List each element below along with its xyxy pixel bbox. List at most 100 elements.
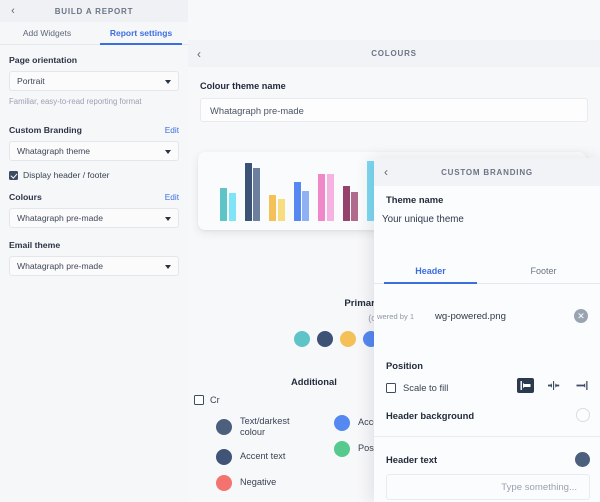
sidebar-body: Page orientation Portrait Familiar, easy… <box>0 45 188 276</box>
bar-1-B <box>229 193 236 221</box>
colours-label: Colours <box>9 192 42 202</box>
bar-3-A <box>269 195 276 221</box>
bar-5-A <box>318 174 325 221</box>
checkbox-icon <box>194 395 204 405</box>
display-header-footer-checkbox[interactable]: Display header / footer <box>9 170 179 180</box>
additional-colour-row: Negative <box>216 470 292 496</box>
bar-group-3 <box>269 195 285 221</box>
uploaded-file-row: wered by 1 wg-powered.png ✕ <box>374 304 600 328</box>
colour-theme-name-input[interactable]: Whatagraph pre-made <box>200 98 588 122</box>
bar-7-A <box>367 161 374 221</box>
custom-branding-panel: ‹ CUSTOM BRANDING Theme name Your unique… <box>374 158 600 502</box>
bar-3-B <box>278 199 285 221</box>
chevron-down-icon <box>165 150 171 154</box>
colour-theme-name-label: Colour theme name <box>200 81 588 91</box>
tab-footer[interactable]: Footer <box>487 258 600 283</box>
custom-branding-value: Whatagraph theme <box>17 146 90 156</box>
create-checkbox[interactable]: Cr <box>194 395 220 405</box>
header-background-label: Header background <box>386 410 474 421</box>
header-text-label: Header text <box>386 454 437 465</box>
bar-group-1 <box>220 188 236 221</box>
colours-panel-title: COLOURS <box>371 49 417 58</box>
colour-swatch-3[interactable] <box>340 331 356 347</box>
colour-dot-right-2[interactable] <box>334 441 350 457</box>
colours-panel-header: ‹ COLOURS <box>188 40 600 67</box>
file-name: wg-powered.png <box>435 311 506 322</box>
header-background-row: Header background <box>386 408 590 422</box>
page-title: BUILD A REPORT <box>55 7 134 16</box>
file-ghost-text: wered by 1 <box>377 312 431 321</box>
custom-branding-header: ‹ CUSTOM BRANDING <box>374 158 600 186</box>
bar-2-A <box>245 163 252 221</box>
bar-1-A <box>220 188 227 221</box>
additional-colours-left: Text/darkest colour Accent text Negative <box>216 410 292 496</box>
email-theme-value: Whatagraph pre-made <box>17 261 103 271</box>
header-text-input[interactable]: Type something... <box>386 474 590 500</box>
display-header-footer-label: Display header / footer <box>23 170 109 180</box>
theme-name-label: Theme name <box>386 194 443 205</box>
custom-branding-label: Custom Branding <box>9 125 82 135</box>
tab-report-settings[interactable]: Report settings <box>94 22 188 44</box>
colours-edit-link[interactable]: Edit <box>165 192 179 202</box>
additional-colour-row: Text/darkest colour <box>216 410 292 444</box>
divider <box>374 436 600 437</box>
create-checkbox-label: Cr <box>210 395 220 405</box>
align-left-icon[interactable] <box>517 378 534 393</box>
sidebar-header: ‹ BUILD A REPORT <box>0 0 188 22</box>
custom-branding-select[interactable]: Whatagraph theme <box>9 141 179 161</box>
theme-name-input[interactable]: Your unique theme <box>382 214 464 225</box>
bar-group-6 <box>343 186 359 221</box>
header-background-colour-swatch[interactable] <box>576 408 590 422</box>
back-icon[interactable]: ‹ <box>7 5 19 17</box>
chevron-down-icon <box>165 265 171 269</box>
bar-6-B <box>351 192 358 221</box>
page-orientation-hint: Familiar, easy-to-read reporting format <box>9 97 179 106</box>
bar-group-2 <box>245 163 261 221</box>
left-sidebar: ‹ BUILD A REPORT Add Widgets Report sett… <box>0 0 188 502</box>
additional-colour-row: Accent text <box>216 444 292 470</box>
sidebar-tabs: Add Widgets Report settings <box>0 22 188 45</box>
position-label: Position <box>386 360 423 371</box>
checkbox-icon <box>9 171 18 180</box>
bar-group-5 <box>318 174 334 221</box>
custom-branding-title: CUSTOM BRANDING <box>441 168 533 177</box>
colour-swatch-2[interactable] <box>317 331 333 347</box>
align-right-icon[interactable] <box>573 378 590 393</box>
page-orientation-label: Page orientation <box>9 55 179 65</box>
additional-colour-label: Text/darkest colour <box>240 416 292 439</box>
back-icon[interactable]: ‹ <box>384 166 388 178</box>
scale-to-fill-checkbox[interactable]: Scale to fill <box>386 382 448 393</box>
additional-colour-label: Negative <box>240 477 276 489</box>
bar-5-B <box>327 174 334 221</box>
colour-dot-left-2[interactable] <box>216 449 232 465</box>
colour-swatch-1[interactable] <box>294 331 310 347</box>
header-text-colour-swatch[interactable] <box>575 452 590 467</box>
bar-4-B <box>302 191 309 221</box>
tab-add-widgets[interactable]: Add Widgets <box>0 22 94 44</box>
back-icon[interactable]: ‹ <box>197 48 201 60</box>
page-orientation-select[interactable]: Portrait <box>9 71 179 91</box>
colour-dot-right-1[interactable] <box>334 415 350 431</box>
email-theme-label: Email theme <box>9 240 179 250</box>
additional-colour-label: Accent text <box>240 451 285 463</box>
bar-6-A <box>343 186 350 221</box>
bar-4-A <box>294 182 301 221</box>
tab-header[interactable]: Header <box>374 258 487 283</box>
scale-to-fill-label: Scale to fill <box>403 382 448 393</box>
page-orientation-value: Portrait <box>17 76 45 86</box>
custom-branding-edit-link[interactable]: Edit <box>165 125 179 135</box>
colours-panel-body: Colour theme name Whatagraph pre-made <box>188 67 600 122</box>
colour-dot-left-3[interactable] <box>216 475 232 491</box>
colour-dot-left-1[interactable] <box>216 419 232 435</box>
align-center-icon[interactable] <box>545 378 562 393</box>
branding-tabs: Header Footer <box>374 258 600 284</box>
app-root: ‹ BUILD A REPORT Add Widgets Report sett… <box>0 0 600 502</box>
custom-branding-row: Custom Branding Edit <box>9 125 179 135</box>
close-icon[interactable]: ✕ <box>574 309 588 323</box>
colours-select[interactable]: Whatagraph pre-made <box>9 208 179 228</box>
colours-value: Whatagraph pre-made <box>17 213 103 223</box>
colours-row: Colours Edit <box>9 192 179 202</box>
align-button-group <box>517 378 590 393</box>
email-theme-select[interactable]: Whatagraph pre-made <box>9 256 179 276</box>
bar-group-4 <box>294 182 310 221</box>
